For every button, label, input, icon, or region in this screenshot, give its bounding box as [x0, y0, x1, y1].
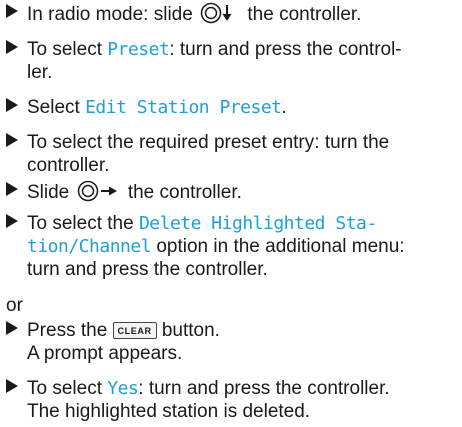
step-text: ler.	[27, 62, 53, 83]
step-7: Press the CLEAR button. A prompt appears…	[6, 319, 458, 365]
right-triangle-icon	[6, 180, 19, 203]
right-triangle-icon	[6, 319, 19, 342]
step-text: The highlighted station is deleted.	[27, 401, 311, 422]
step-text: Slide	[27, 182, 70, 203]
step-text: A prompt appears.	[27, 343, 183, 364]
step-text: In radio mode: slide	[27, 4, 193, 25]
step-6: To select the Delete Highlighted Sta- ti…	[6, 212, 458, 281]
step-text: option in the additional menu:	[151, 236, 405, 257]
step-text: the controller.	[247, 4, 362, 25]
right-triangle-icon	[6, 131, 19, 154]
step-3: Select Edit Station Preset.	[6, 96, 458, 119]
step-text: To select	[27, 378, 108, 399]
or-separator: or	[6, 295, 23, 316]
right-triangle-icon	[6, 96, 19, 119]
step-text: Press the	[27, 320, 108, 341]
step-5: Slide the controller.	[6, 180, 458, 208]
menu-item-preset: Preset	[107, 39, 170, 60]
step-text: To select	[27, 39, 108, 60]
menu-item-delete-highlighted: tion/Channel	[27, 236, 152, 257]
step-text: the controller.	[127, 182, 242, 203]
step-text: button.	[161, 320, 220, 341]
step-2: To select Preset: turn and press the con…	[6, 38, 458, 84]
step-text: To select the	[27, 213, 139, 234]
instruction-page: In radio mode: slide the controller. To …	[0, 0, 462, 427]
step-8: To select Yes: turn and press the contro…	[6, 377, 458, 423]
clear-button-key: CLEAR	[112, 322, 157, 339]
menu-item-delete-highlighted: Delete Highlighted Sta-	[138, 213, 377, 234]
right-triangle-icon	[6, 212, 19, 235]
menu-item-yes: Yes	[107, 378, 139, 399]
step-text: turn and press the controller.	[27, 259, 268, 280]
step-4: To select the required preset entry: tur…	[6, 131, 458, 177]
controller-slide-down-icon	[200, 2, 240, 30]
right-triangle-icon	[6, 38, 19, 61]
controller-slide-right-icon	[77, 180, 121, 208]
right-triangle-icon	[6, 2, 19, 25]
step-text: To select the required preset entry: tur…	[27, 132, 390, 153]
right-triangle-icon	[6, 377, 19, 400]
step-text: controller.	[27, 155, 110, 176]
menu-item-edit-station-preset: Edit Station Preset	[85, 97, 282, 118]
step-1: In radio mode: slide the controller.	[6, 2, 458, 30]
step-text: : turn and press the control-	[169, 39, 402, 60]
step-text: .	[281, 97, 287, 118]
step-text: Select	[27, 97, 86, 118]
step-text: : turn and press the controller.	[138, 378, 390, 399]
